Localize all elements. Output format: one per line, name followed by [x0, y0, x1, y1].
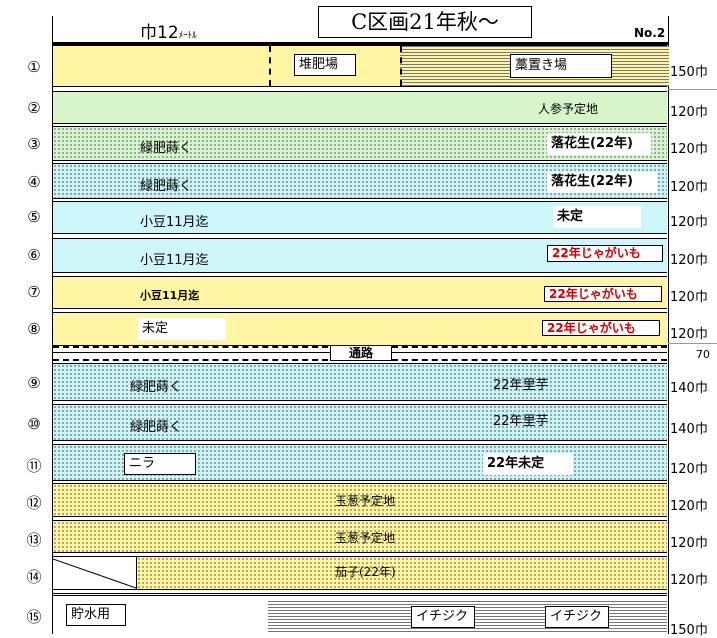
divider: [269, 46, 271, 86]
undecided-label: 22年未定: [483, 453, 573, 475]
unused-corner: [52, 557, 137, 589]
undecided-label: 未定: [138, 318, 226, 340]
potato-label: 22年じゃがいも: [542, 320, 660, 336]
plot-row-7: 小豆11月迄 22年じゃがいも: [53, 276, 667, 309]
carrot-plan-label: 人参予定地: [538, 102, 599, 116]
water-storage-label: 貯水用: [66, 604, 126, 626]
peanut-label: 落花生(22年): [547, 133, 651, 155]
frame-right: [668, 16, 669, 634]
row-width: 120巾: [670, 462, 708, 477]
plot-row-2: 人参予定地: [53, 91, 667, 124]
plot-row-5: 小豆11月迄 未定: [53, 201, 667, 234]
row-width: 120巾: [670, 180, 708, 195]
page-number: No.2: [634, 26, 666, 40]
row-width: 120巾: [670, 142, 708, 157]
row-number: ⑥: [27, 246, 41, 264]
peanut-label: 落花生(22年): [547, 171, 657, 193]
plot-width-label: 巾12ﾒｰﾄﾙ: [140, 23, 197, 43]
row-width: 150巾: [670, 65, 708, 80]
azuki-label: 小豆11月迄: [140, 289, 200, 302]
fig-label: イチジク: [411, 606, 475, 628]
onion-plan-label: 玉葱予定地: [335, 531, 396, 545]
plot-row-15: 貯水用 イチジク イチジク: [53, 593, 667, 636]
row-width: 140巾: [670, 422, 708, 437]
straw-storage-label: 藁置き場: [510, 54, 612, 78]
row-width: 120巾: [670, 573, 708, 588]
azuki-label: 小豆11月迄: [140, 215, 209, 230]
plot-row-9: 緑肥蒔く 22年里芋: [53, 363, 667, 401]
potato-label: 22年じゃがいも: [544, 286, 662, 302]
separator: [668, 89, 717, 90]
onion-plan-label: 玉葱予定地: [335, 494, 396, 508]
diagonal-line: [52, 558, 137, 589]
potato-label: 22年じゃがいも: [547, 245, 663, 262]
row-number: ①: [27, 58, 41, 76]
row-number: ④: [27, 173, 41, 191]
plot-row-4: 緑肥蒔く 落花生(22年): [53, 163, 667, 199]
row-number: ⑤: [27, 208, 41, 226]
row-number: ⑮: [26, 608, 42, 626]
row-width: 120巾: [670, 215, 708, 230]
plot-row-14: 茄子(22年): [52, 556, 667, 590]
plot-row-10: 緑肥蒔く 22年里芋: [53, 404, 667, 441]
compost-area-label: 堆肥場: [294, 54, 356, 76]
page-title: C区画21年秋～: [318, 6, 532, 38]
taro-label: 22年里芋: [493, 414, 549, 429]
row-number: ⑧: [27, 320, 41, 338]
row-width: 120巾: [670, 536, 708, 551]
row-width: 120巾: [670, 290, 708, 305]
separator: [668, 343, 717, 344]
green-manure-label: 緑肥蒔く: [130, 420, 183, 435]
green-manure-label: 緑肥蒔く: [140, 179, 193, 194]
taro-label: 22年里芋: [493, 378, 549, 393]
undecided-label: 未定: [553, 206, 641, 228]
row-width: 150巾: [670, 623, 708, 638]
plot-row-11: ニラ 22年未定: [53, 444, 667, 481]
row-number: ⑭: [26, 568, 42, 586]
row-width: 120巾: [670, 327, 708, 342]
row-number: ⑫: [26, 494, 42, 512]
row-number: ⑩: [27, 415, 41, 433]
plot-row-3: 緑肥蒔く 落花生(22年): [53, 126, 667, 161]
plot-row-6: 小豆11月迄 22年じゃがいも: [53, 238, 667, 273]
plot-row-8: 未定 22年じゃがいも: [53, 312, 667, 346]
row-number: ③: [27, 135, 41, 153]
plot-row-13: 玉葱予定地: [53, 520, 667, 553]
green-manure-label: 緑肥蒔く: [130, 380, 183, 395]
row-width: 140巾: [670, 381, 708, 396]
green-manure-label: 緑肥蒔く: [140, 141, 193, 156]
row-number: ②: [27, 99, 41, 117]
row-number: ⑨: [27, 374, 41, 392]
eggplant-label: 茄子(22年): [335, 565, 396, 579]
plot-row-12: 玉葱予定地: [53, 483, 667, 517]
row-width: 120巾: [670, 105, 708, 120]
path-width: 70: [696, 348, 710, 361]
row-number: ⑦: [27, 283, 41, 301]
azuki-label: 小豆11月迄: [140, 253, 209, 268]
row-number: ⑪: [26, 457, 42, 475]
plot-row-1: 堆肥場 藁置き場: [53, 45, 669, 87]
chive-label: ニラ: [124, 453, 196, 475]
fig-label: イチジク: [545, 606, 609, 628]
row-width: 120巾: [670, 499, 708, 514]
row-width: 120巾: [670, 253, 708, 268]
path-label: 通路: [330, 345, 392, 361]
row-number: ⑬: [26, 531, 42, 549]
